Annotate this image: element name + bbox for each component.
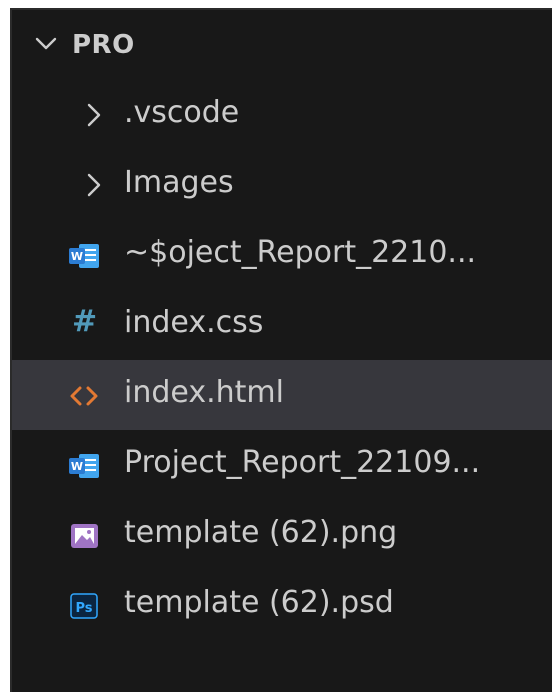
chevron-right-icon xyxy=(87,103,101,127)
tree-item-label: Project_Report_22109... xyxy=(124,445,481,480)
tree-item-label: template (62).png xyxy=(124,515,398,550)
image-file-icon xyxy=(71,524,98,548)
explorer-folder-header[interactable]: PRO xyxy=(12,10,552,80)
tree-item-label: index.css xyxy=(124,305,264,340)
chevron-right-icon xyxy=(87,173,101,197)
tree-item-label: template (62).psd xyxy=(124,585,394,620)
word-document-icon: W xyxy=(69,454,99,478)
file-explorer-panel: PRO .vscode Images W ~$oject_Report_2210… xyxy=(10,8,552,692)
tree-item-index-html[interactable]: index.html xyxy=(12,360,552,430)
tree-item-temp-word-file[interactable]: W ~$oject_Report_2210... xyxy=(12,220,552,290)
tree-item-index-css[interactable]: # index.css xyxy=(12,290,552,360)
svg-text:W: W xyxy=(71,460,83,473)
svg-text:Ps: Ps xyxy=(75,601,92,616)
tree-item-label: Images xyxy=(124,165,234,200)
tree-item-template-psd[interactable]: Ps template (62).psd xyxy=(12,570,552,640)
svg-text:W: W xyxy=(71,250,83,263)
tree-item-project-report[interactable]: W Project_Report_22109... xyxy=(12,430,552,500)
tree-item-template-png[interactable]: template (62).png xyxy=(12,500,552,570)
photoshop-file-icon: Ps xyxy=(70,593,98,619)
tree-item-label: .vscode xyxy=(124,95,240,130)
tree-item-label: ~$oject_Report_2210... xyxy=(124,235,477,270)
explorer-folder-title: PRO xyxy=(72,30,135,60)
word-document-icon: W xyxy=(69,244,99,268)
chevron-down-icon xyxy=(35,37,57,50)
css-hash-icon: # xyxy=(72,304,98,339)
html-code-icon xyxy=(70,386,98,406)
tree-item-label: index.html xyxy=(124,375,284,410)
tree-item-vscode-folder[interactable]: .vscode xyxy=(12,80,552,150)
tree-item-images-folder[interactable]: Images xyxy=(12,150,552,220)
